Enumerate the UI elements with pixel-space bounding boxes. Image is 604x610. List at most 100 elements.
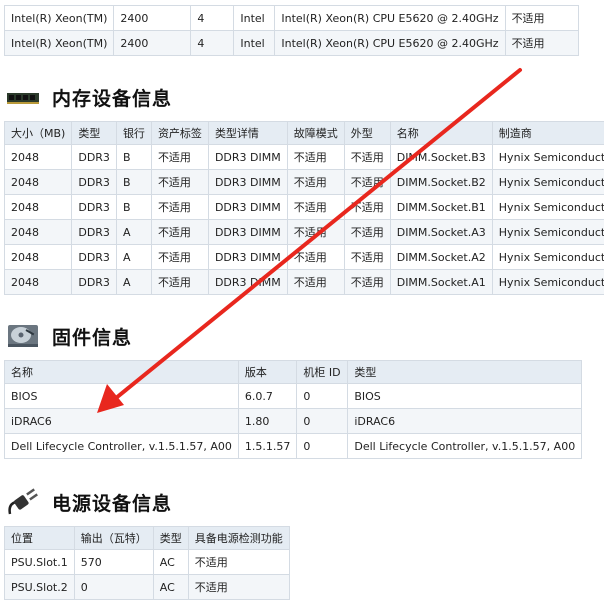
table-cell: A [115,219,152,245]
memory-section-title: 内存设备信息 [52,88,173,110]
table-cell: iDRAC6 [347,408,583,434]
memory-column-header[interactable]: 银行 [115,121,152,145]
memory-column-header[interactable]: 外型 [343,121,391,145]
power-section-header: 电源设备信息 [6,488,172,516]
table-cell: 570 [73,549,154,575]
table-cell: DDR3 DIMM [207,219,288,245]
table-cell: DIMM.Socket.A2 [389,244,493,270]
table-cell: 2048 [3,269,73,295]
table-cell: 1.5.1.57 [237,433,298,459]
memory-column-header[interactable]: 故障模式 [286,121,345,145]
table-row: 2048 DDR3 A 不适用 DDR3 DIMM 不适用 不适用 DIMM.Socket.A… [3,219,604,245]
table-cell: DDR3 DIMM [207,269,288,295]
table-cell: B [115,144,152,170]
firmware-column-header[interactable]: 名称 [4,360,239,384]
table-cell: DIMM.Socket.B3 [389,144,493,170]
memory-column-header[interactable]: 类型详情 [207,121,288,145]
table-cell: PSU.Slot.1 [4,549,75,575]
memory-column-header[interactable]: 大小（MB) [3,121,73,145]
table-cell: 0 [296,433,349,459]
table-row: 2048 DDR3 B 不适用 DDR3 DIMM 不适用 不适用 DIMM.Socket.B… [3,194,604,220]
power-table: 位置 输出（瓦特） 类型 具备电源检测功能 PSU.Slot.1 570 AC 不适用 PSU… [4,526,290,600]
table-cell: 0 [73,574,154,600]
table-cell: AC [152,574,189,600]
cpu-table: Intel(R) Xeon(TM) 2400 4 Intel Intel(R) Xeon… [3,5,579,56]
memory-section-header: 内存设备信息 [6,84,172,111]
table-row: PSU.Slot.2 0 AC 不适用 [4,574,290,600]
table-cell: Hynix Semiconductor [491,219,604,245]
table-row: iDRAC6 1.80 0 iDRAC6 [4,408,583,434]
power-column-header[interactable]: 类型 [152,526,189,550]
memory-column-header[interactable]: 类型 [71,121,117,145]
table-cell: Hynix Semiconductor [491,244,604,270]
table-cell: 不适用 [286,144,345,170]
memory-column-header[interactable]: 制造商 [491,121,604,145]
table-cell: 2048 [3,144,73,170]
table-cell: 2048 [3,244,73,270]
table-cell: Intel [233,30,276,56]
table-cell: 不适用 [343,219,391,245]
table-cell: Intel(R) Xeon(R) CPU E5620 @ 2.40GHz [274,5,506,31]
table-cell: DDR3 DIMM [207,169,288,195]
table-cell: 不适用 [187,549,290,575]
memory-column-header[interactable]: 资产标签 [150,121,209,145]
table-cell: Intel(R) Xeon(TM) [3,5,115,31]
table-cell: 2048 [3,219,73,245]
table-cell: DDR3 [71,169,117,195]
power-column-header[interactable]: 具备电源检测功能 [187,526,290,550]
table-row: Dell Lifecycle Controller, v.1.5.1.57, A… [4,433,583,459]
table-row: BIOS 6.0.7 0 BIOS [4,383,583,409]
table-row: 2048 DDR3 A 不适用 DDR3 DIMM 不适用 不适用 DIMM.Socket.A… [3,244,604,270]
table-cell: 2048 [3,169,73,195]
table-cell: 不适用 [150,244,209,270]
table-cell: 不适用 [286,194,345,220]
table-cell: DDR3 [71,244,117,270]
table-cell: DDR3 DIMM [207,244,288,270]
table-cell: A [115,244,152,270]
table-cell: Hynix Semiconductor [491,144,604,170]
table-cell: 不适用 [150,219,209,245]
power-section-title: 电源设备信息 [52,492,173,515]
table-cell: 0 [296,383,349,409]
table-cell: DDR3 [71,219,117,245]
table-cell: B [115,194,152,220]
table-cell: 4 [190,5,235,31]
table-cell: DDR3 [71,144,117,170]
table-cell: Hynix Semiconductor [491,269,604,295]
table-cell: BIOS [4,383,239,409]
memory-column-header[interactable]: 名称 [389,121,493,145]
firmware-column-header[interactable]: 类型 [347,360,583,384]
power-plug-icon [8,488,38,515]
table-cell: 不适用 [343,194,391,220]
table-cell: 不适用 [343,169,391,195]
table-cell: 不适用 [150,269,209,295]
table-cell: 不适用 [343,269,391,295]
table-cell: 0 [296,408,349,434]
table-cell: 4 [190,30,235,56]
table-cell: DDR3 DIMM [207,144,288,170]
table-cell: DIMM.Socket.B2 [389,169,493,195]
firmware-column-header[interactable]: 版本 [237,360,298,384]
table-cell: PSU.Slot.2 [4,574,75,600]
table-cell: 2048 [3,194,73,220]
table-cell: 6.0.7 [237,383,298,409]
memory-table: 大小（MB) 类型 银行 资产标签 类型详情 故障模式 外型 名称 制造商 2048 DDR3 B 不… [3,121,604,295]
table-cell: 不适用 [504,5,579,31]
table-cell: 不适用 [286,169,345,195]
table-cell: BIOS [347,383,583,409]
hard-drive-icon [8,325,38,347]
firmware-section-title: 固件信息 [52,326,133,349]
table-cell: DIMM.Socket.B1 [389,194,493,220]
table-cell: AC [152,549,189,575]
table-cell: B [115,169,152,195]
table-cell: 1.80 [237,408,298,434]
table-cell: DDR3 [71,269,117,295]
power-column-header[interactable]: 输出（瓦特） [73,526,154,550]
table-cell: DDR3 DIMM [207,194,288,220]
table-cell: 不适用 [504,30,579,56]
firmware-column-header[interactable]: 机柜 ID [296,360,349,384]
table-cell: 不适用 [150,169,209,195]
ram-module-icon [7,92,39,104]
table-cell: 不适用 [286,269,345,295]
power-column-header[interactable]: 位置 [4,526,75,550]
